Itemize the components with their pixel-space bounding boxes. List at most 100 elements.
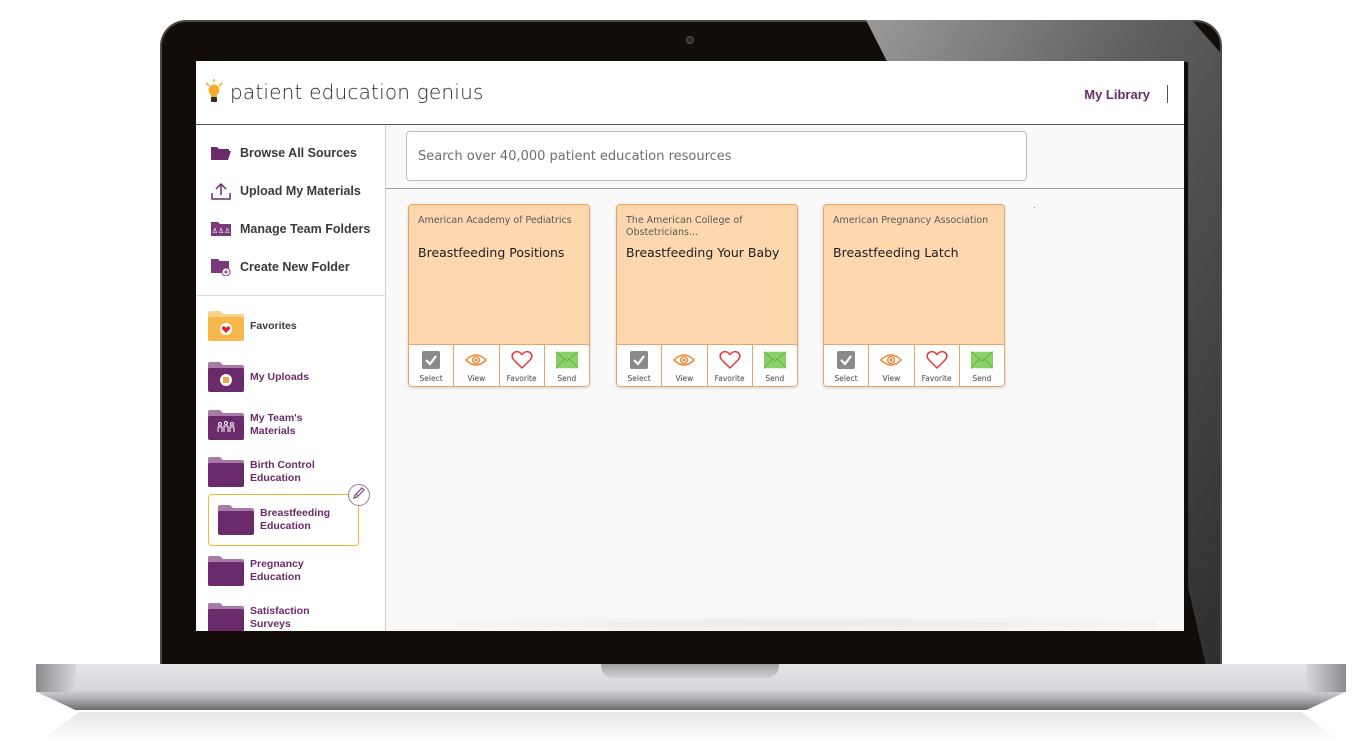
folder-label: Birth Control Education bbox=[250, 459, 315, 485]
envelope-icon bbox=[970, 350, 993, 370]
folder-breastfeeding-education[interactable]: Breastfeeding Education bbox=[218, 505, 330, 535]
folder-satisfaction-surveys[interactable]: Satisfaction Surveys bbox=[208, 603, 310, 631]
view-button[interactable]: View bbox=[869, 345, 915, 386]
logo[interactable]: patient education genius bbox=[204, 79, 484, 105]
card-source: American Academy of Pediatrics bbox=[418, 215, 572, 226]
folder-icon bbox=[208, 603, 244, 631]
folder-label-line1: Breastfeeding bbox=[260, 507, 331, 519]
new-folder-icon bbox=[210, 258, 232, 276]
sidebar-divider bbox=[196, 295, 386, 296]
team-folder-icon: ♙♙♙ bbox=[210, 220, 232, 238]
folder-label-line2: Surveys bbox=[250, 618, 291, 630]
favorite-label: Favorite bbox=[921, 374, 952, 383]
checkbox-icon bbox=[628, 350, 650, 370]
select-button[interactable]: Select bbox=[617, 345, 663, 386]
upload-my-materials-label: Upload My Materials bbox=[240, 184, 361, 198]
sidebar: Browse All Sources Upload My Materials ♙… bbox=[196, 125, 386, 631]
open-folder-icon bbox=[210, 144, 232, 162]
folder-my-teams-materials[interactable]: My Team's Materials bbox=[208, 410, 303, 440]
resource-card[interactable]: The American College of Obstetricians...… bbox=[616, 204, 798, 387]
send-label: Send bbox=[972, 374, 992, 383]
favorite-button[interactable]: Favorite bbox=[915, 345, 960, 386]
top-bar: patient education genius My Library bbox=[196, 61, 1184, 125]
checkbox-icon bbox=[835, 350, 857, 370]
folder-label-line1: My Team's bbox=[250, 412, 303, 424]
folder-label-line2: Education bbox=[250, 472, 301, 484]
card-title: Breastfeeding Latch bbox=[833, 245, 959, 260]
send-label: Send bbox=[765, 374, 785, 383]
folder-pregnancy-education[interactable]: Pregnancy Education bbox=[208, 556, 304, 586]
bottom-shadow bbox=[456, 617, 1156, 631]
create-new-folder-button[interactable]: Create New Folder bbox=[210, 257, 350, 277]
upload-my-materials-button[interactable]: Upload My Materials bbox=[210, 181, 361, 201]
envelope-icon bbox=[555, 350, 578, 370]
folder-my-uploads[interactable]: My Uploads bbox=[208, 362, 309, 392]
favorite-button[interactable]: Favorite bbox=[708, 345, 753, 386]
send-button[interactable]: Send bbox=[960, 345, 1004, 386]
view-button[interactable]: View bbox=[662, 345, 708, 386]
view-label: View bbox=[467, 374, 486, 383]
eye-icon bbox=[673, 350, 696, 370]
browse-all-sources-button[interactable]: Browse All Sources bbox=[210, 143, 357, 163]
stray-pixel bbox=[1034, 207, 1035, 208]
laptop-notch bbox=[601, 664, 779, 678]
folder-label-line1: Birth Control bbox=[250, 459, 315, 471]
folder-label: My Uploads bbox=[250, 370, 309, 383]
card-source: American Pregnancy Association bbox=[833, 215, 989, 226]
browse-all-sources-label: Browse All Sources bbox=[240, 146, 357, 160]
send-button[interactable]: Send bbox=[753, 345, 797, 386]
select-button[interactable]: Select bbox=[824, 345, 870, 386]
eye-icon bbox=[880, 350, 903, 370]
app-title: patient education genius bbox=[230, 80, 484, 104]
folder-label-line2: Education bbox=[260, 520, 311, 532]
team-folder-icon bbox=[208, 410, 244, 440]
folder-label: Pregnancy Education bbox=[250, 558, 304, 584]
heart-icon bbox=[511, 350, 533, 370]
laptop-base-edge-left bbox=[36, 664, 76, 692]
checkbox-icon bbox=[420, 350, 442, 370]
folder-label: Satisfaction Surveys bbox=[250, 605, 310, 631]
select-button[interactable]: Select bbox=[409, 345, 455, 386]
view-label: View bbox=[882, 374, 901, 383]
search-input[interactable] bbox=[406, 131, 1027, 181]
manage-team-folders-button[interactable]: ♙♙♙ Manage Team Folders bbox=[210, 219, 370, 239]
card-actions: Select View Favorite Send bbox=[409, 344, 589, 386]
send-label: Send bbox=[557, 374, 577, 383]
my-library-link[interactable]: My Library bbox=[1084, 87, 1150, 102]
manage-team-folders-label: Manage Team Folders bbox=[240, 222, 371, 236]
upload-icon bbox=[210, 182, 232, 200]
heart-icon bbox=[926, 350, 948, 370]
search-bar-area bbox=[386, 125, 1184, 189]
folder-label-line1: Pregnancy bbox=[250, 558, 304, 570]
heart-icon bbox=[719, 350, 741, 370]
view-button[interactable]: View bbox=[454, 345, 500, 386]
resource-card[interactable]: American Pregnancy Association Breastfee… bbox=[823, 204, 1005, 387]
laptop-reflection bbox=[40, 712, 1340, 741]
folder-label: Breastfeeding Education bbox=[260, 507, 330, 533]
folder-icon bbox=[208, 556, 244, 586]
card-title: Breastfeeding Positions bbox=[418, 245, 565, 260]
pencil-icon bbox=[352, 486, 366, 505]
select-label: Select bbox=[627, 374, 651, 383]
heart-folder-icon bbox=[208, 311, 244, 341]
card-actions: Select View Favorite Send bbox=[617, 344, 797, 386]
folder-favorites[interactable]: Favorites bbox=[208, 311, 297, 341]
edit-folder-button[interactable] bbox=[348, 484, 370, 506]
send-button[interactable]: Send bbox=[545, 345, 589, 386]
select-label: Select bbox=[834, 374, 858, 383]
folder-label: My Team's Materials bbox=[250, 412, 303, 438]
folder-label-line2: Education bbox=[250, 571, 301, 583]
card-title: Breastfeeding Your Baby bbox=[626, 245, 780, 260]
favorite-label: Favorite bbox=[714, 374, 745, 383]
envelope-icon bbox=[763, 350, 786, 370]
favorite-button[interactable]: Favorite bbox=[500, 345, 545, 386]
folder-birth-control-education[interactable]: Birth Control Education bbox=[208, 457, 315, 487]
nav-divider bbox=[1167, 85, 1168, 103]
lightbulb-icon bbox=[204, 79, 224, 105]
card-actions: Select View Favorite Send bbox=[824, 344, 1004, 386]
laptop-base-edge-right bbox=[1306, 664, 1346, 692]
select-label: Select bbox=[419, 374, 443, 383]
view-label: View bbox=[675, 374, 694, 383]
resource-card[interactable]: American Academy of Pediatrics Breastfee… bbox=[408, 204, 590, 387]
create-new-folder-label: Create New Folder bbox=[240, 260, 350, 274]
